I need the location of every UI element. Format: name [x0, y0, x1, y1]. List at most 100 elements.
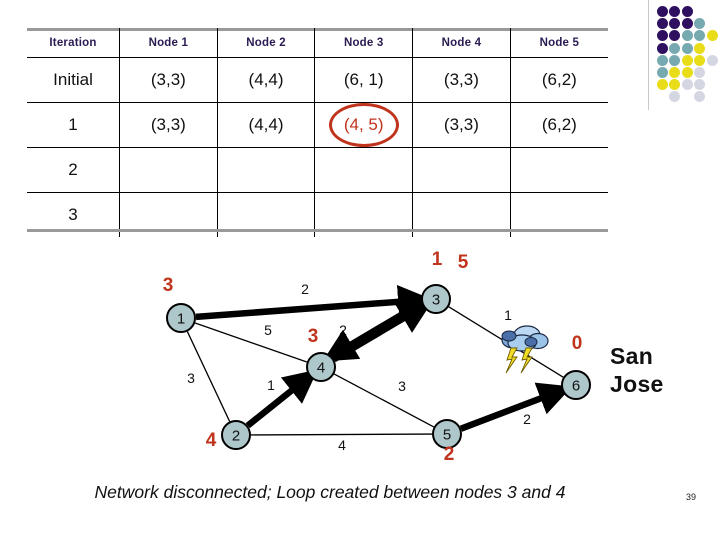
edge-weight-label: 2 [523, 411, 531, 427]
table-header-node-1: Node 1 [119, 28, 218, 58]
distance-vector-cell: (4,4) [216, 57, 316, 103]
san-jose-label: San Jose [610, 342, 664, 398]
extra-cost-label: 5 [458, 252, 469, 273]
edge-2-4 [245, 369, 318, 429]
edge-weight-label: 1 [267, 377, 275, 393]
page-number: 39 [686, 492, 697, 502]
distance-vector-cell: (3,3) [412, 57, 511, 103]
grid-dot [669, 91, 681, 103]
table-header-row: Iteration Node 1 Node 2 Node 3 Node 4 Node 5 [27, 28, 608, 58]
graph-node-label: 6 [572, 378, 580, 395]
grid-dot [669, 18, 681, 30]
san-jose-line1: San [610, 343, 654, 369]
edge-weight-label: 5 [264, 322, 272, 338]
edge-weight-label: 2 [339, 322, 347, 338]
grid-dot [669, 67, 681, 78]
grid-dot [657, 54, 668, 66]
grid-dot [669, 79, 681, 91]
table-bottom-rule [27, 229, 608, 232]
node-cost-label-1: 3 [163, 275, 174, 296]
grid-dot [657, 67, 668, 78]
grid-dot [657, 30, 668, 42]
graph-node-label: 2 [232, 428, 240, 445]
graph-node-label: 3 [432, 292, 440, 309]
distance-vector-cell [412, 147, 511, 193]
grid-dot [681, 30, 693, 42]
distance-vector-cell [216, 147, 316, 193]
distance-vector-cell: (3,3) [119, 57, 218, 103]
node-cost-label-4: 3 [308, 326, 319, 347]
grid-dot [706, 54, 718, 66]
edge-weight-label: 2 [301, 281, 309, 297]
grid-dot [681, 67, 693, 78]
iteration-cell: 1 [27, 102, 120, 148]
grid-dot [694, 30, 706, 42]
distance-vector-cell: (6,2) [509, 57, 608, 103]
san-jose-line2: Jose [610, 371, 664, 398]
slide-caption: Network disconnected; Loop created betwe… [94, 482, 566, 502]
grid-dot [657, 79, 668, 91]
grid-dot [669, 6, 681, 17]
table-header-iteration: Iteration [27, 28, 120, 58]
edge-3-4 [322, 300, 423, 362]
grid-dot [669, 30, 681, 42]
edge-5-6 [459, 382, 573, 432]
distance-vector-cell: (3,3) [412, 102, 511, 148]
distance-vector-cell: (3,3) [119, 102, 218, 148]
edge-weight-label: 3 [398, 378, 406, 394]
grid-dot [681, 18, 693, 30]
edge-1-3 [195, 284, 432, 321]
highlighted-value: (4, 5) [328, 103, 399, 147]
table-header-node-5: Node 5 [509, 28, 608, 58]
right-edge-divider [648, 0, 649, 110]
distance-vector-cell: (4,4) [216, 102, 316, 148]
graph-node-label: 1 [177, 311, 185, 328]
node-cost-label-6: 0 [572, 333, 583, 354]
node-cost-label-5: 2 [444, 444, 455, 465]
node-cost-label-2: 4 [206, 430, 217, 451]
table-header-node-3: Node 3 [314, 28, 414, 58]
distance-vector-table: Iteration Node 1 Node 2 Node 3 Node 4 Node 5 … [27, 28, 608, 237]
decorative-dot-grid-icon [657, 6, 719, 104]
edge-weight-label: 4 [338, 437, 346, 453]
distance-vector-cell [119, 147, 218, 193]
grid-dot [706, 30, 718, 42]
edge-weight-label: 3 [187, 370, 195, 386]
table-header-node-4: Node 4 [412, 28, 511, 58]
grid-dot [694, 91, 706, 103]
grid-dot [657, 6, 668, 17]
edge-4-5 [333, 373, 435, 428]
grid-dot [681, 54, 693, 66]
node-cost-label-3: 1 [432, 249, 443, 270]
table-row: 1 (3,3) (4,4) (4, 5) (3,3) (6,2) [27, 102, 608, 148]
iteration-cell: Initial [27, 57, 120, 103]
edge-1-4 [194, 322, 308, 363]
distance-vector-cell: (6, 1) [314, 57, 414, 103]
storm-cloud-lightning-icon [497, 322, 551, 378]
grid-dot [694, 67, 706, 78]
edge-2-5 [250, 433, 433, 436]
table-row: 2 [27, 147, 608, 193]
distance-vector-cell [314, 147, 414, 193]
grid-dot [681, 42, 693, 54]
grid-dot [694, 79, 706, 91]
grid-dot [669, 42, 681, 54]
grid-dot [681, 79, 693, 91]
distance-vector-cell: (4, 5) [314, 102, 414, 148]
graph-node-label: 4 [317, 360, 325, 377]
table-body: Initial (3,3) (4,4) (6, 1) (3,3) (6,2) 1 (3,3)(… [27, 57, 608, 237]
graph-node-label: 5 [443, 427, 451, 444]
grid-dot [694, 54, 706, 66]
grid-dot [694, 18, 706, 30]
distance-vector-cell [509, 147, 608, 193]
grid-dot [669, 54, 681, 66]
table-header-node-2: Node 2 [216, 28, 316, 58]
distance-vector-cell: (6,2) [509, 102, 608, 148]
grid-dot [657, 42, 668, 54]
grid-dot [694, 42, 706, 54]
grid-dot [681, 6, 693, 17]
table-row: Initial (3,3) (4,4) (6, 1) (3,3) (6,2) [27, 57, 608, 103]
grid-dot [657, 18, 668, 30]
edge-weight-label: 1 [504, 307, 512, 323]
iteration-cell: 2 [27, 147, 120, 193]
